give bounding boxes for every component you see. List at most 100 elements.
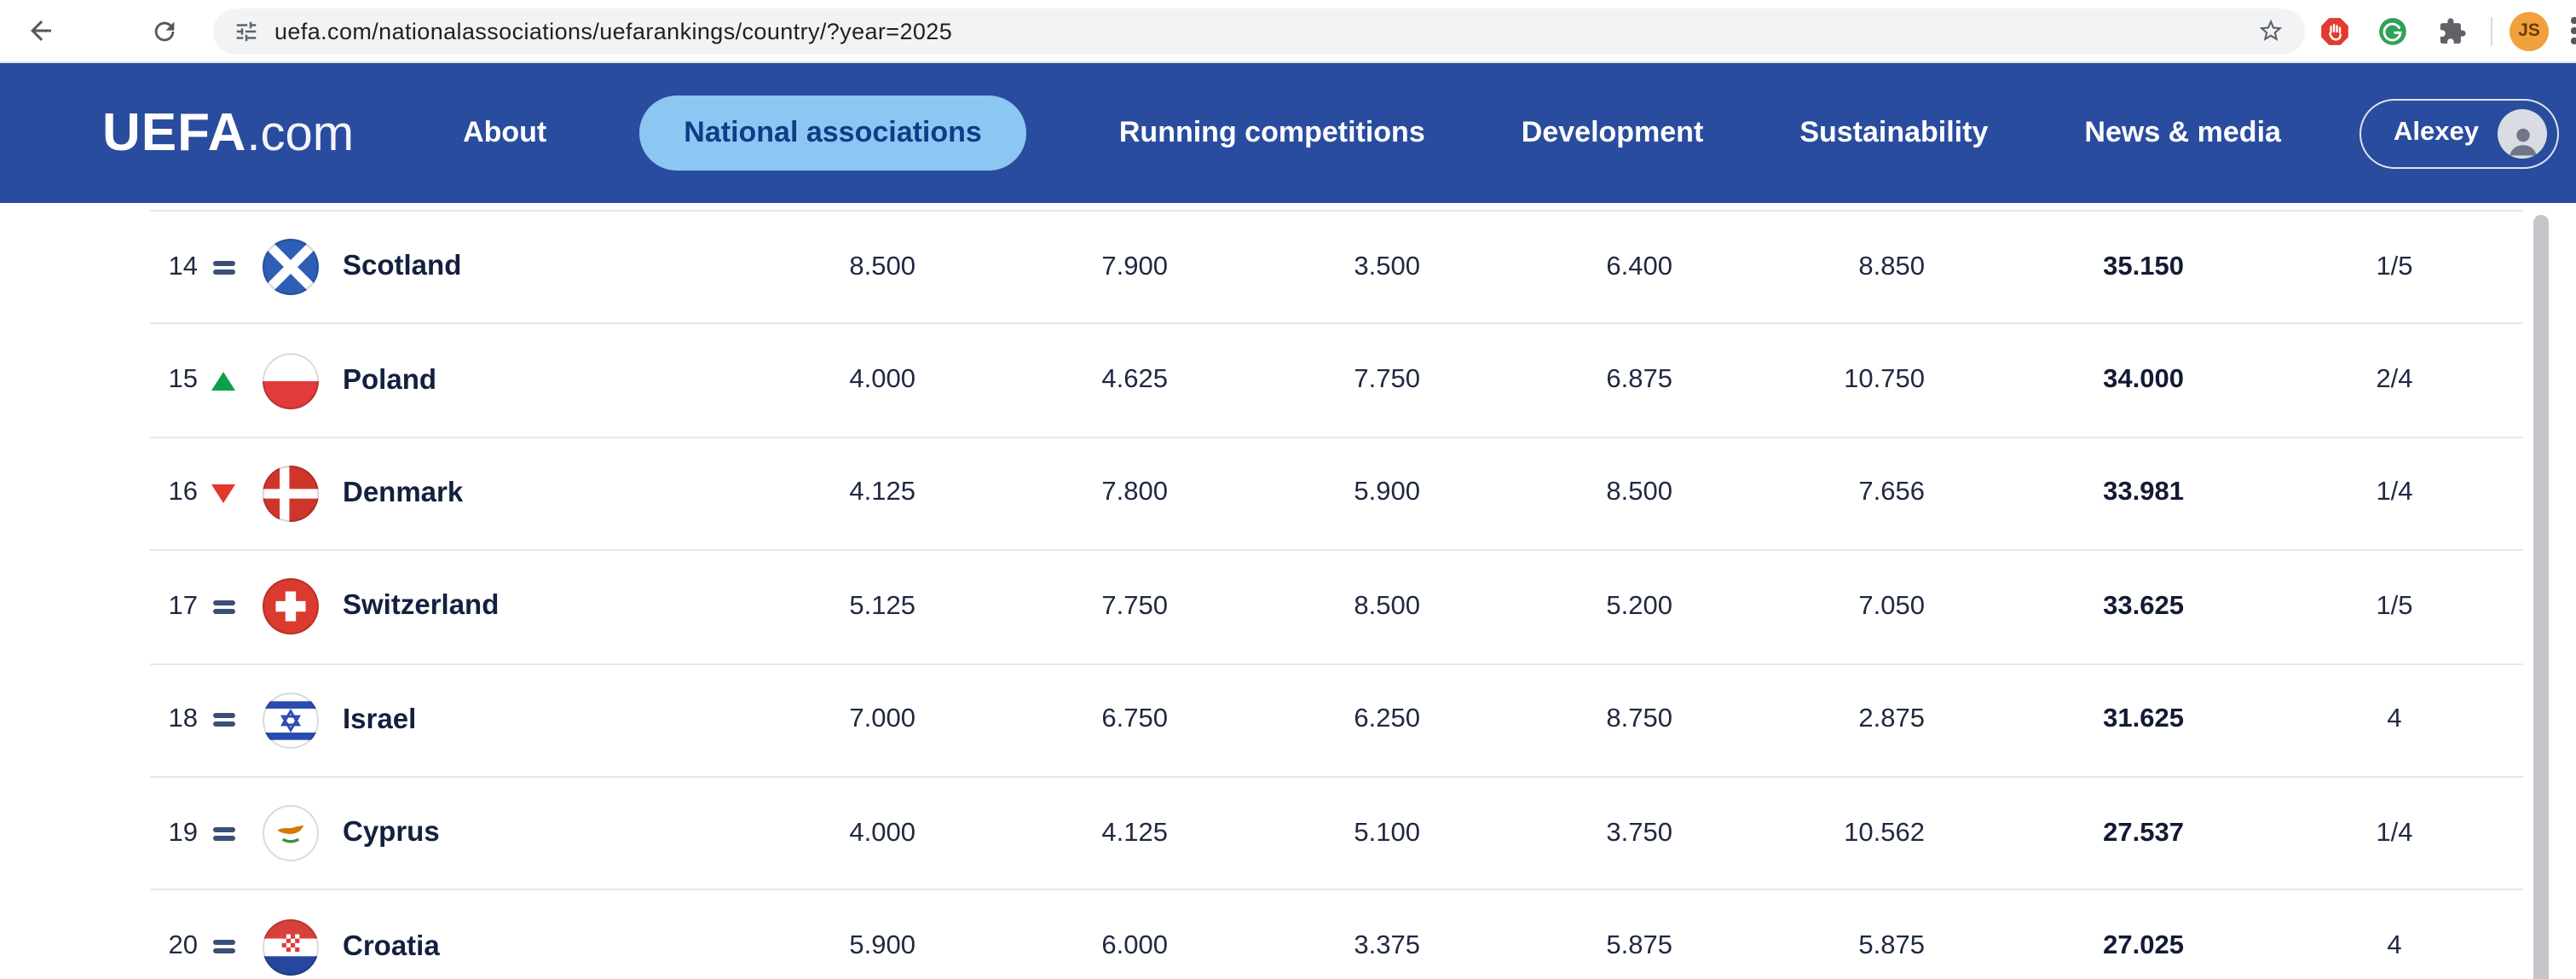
country-name[interactable]: Croatia bbox=[343, 930, 663, 963]
user-menu[interactable]: Alexey bbox=[2359, 98, 2559, 168]
rank-position: 18 bbox=[150, 705, 198, 736]
points-value: 7.656 bbox=[1672, 478, 1925, 509]
refresh-button[interactable] bbox=[140, 7, 188, 55]
toolbar-divider bbox=[2491, 16, 2492, 45]
ranking-row-poland[interactable]: 15Poland4.0004.6257.7506.87510.75034.000… bbox=[150, 325, 2523, 438]
points-value: 5.900 bbox=[663, 931, 915, 962]
rank-position: 19 bbox=[150, 818, 198, 849]
flag-cyprus-icon bbox=[263, 805, 319, 861]
logo-suffix: .com bbox=[246, 107, 354, 164]
profile-avatar[interactable]: JS bbox=[2510, 11, 2549, 50]
scrollbar-thumb[interactable] bbox=[2533, 215, 2549, 979]
movement-cell bbox=[201, 710, 245, 731]
nav-item-development[interactable]: Development bbox=[1518, 96, 1707, 171]
points-value: 8.500 bbox=[1420, 478, 1672, 509]
points-value: 6.400 bbox=[1420, 252, 1672, 282]
country-name[interactable]: Cyprus bbox=[343, 817, 663, 849]
points-value: 5.100 bbox=[1168, 818, 1420, 849]
flag-croatia-icon bbox=[263, 918, 319, 975]
ranking-row-denmark[interactable]: 16Denmark4.1257.8005.9008.5007.65633.981… bbox=[150, 438, 2523, 552]
url-text: uefa.com/nationalassociations/uefarankin… bbox=[274, 18, 952, 43]
points-value: 3.750 bbox=[1420, 818, 1672, 849]
movement-same-icon bbox=[212, 823, 234, 843]
points-value: 2.875 bbox=[1672, 705, 1925, 736]
ranking-row-switzerland[interactable]: 17Switzerland5.1257.7508.5005.2007.05033… bbox=[150, 551, 2523, 664]
uefa-logo[interactable]: UEFA.com bbox=[102, 102, 354, 164]
movement-down-icon bbox=[211, 484, 235, 503]
screen: uefa.com/nationalassociations/uefarankin… bbox=[0, 0, 2576, 979]
points-value: 5.875 bbox=[1672, 931, 1925, 962]
points-value: 4.125 bbox=[663, 478, 915, 509]
browser-window: uefa.com/nationalassociations/uefarankin… bbox=[0, 0, 2576, 979]
points-value: 8.500 bbox=[1168, 592, 1420, 623]
country-name[interactable]: Denmark bbox=[343, 478, 663, 510]
nav-item-running-competitions[interactable]: Running competitions bbox=[1116, 96, 1429, 171]
ranking-row-croatia[interactable]: 20Croatia5.9006.0003.3755.8755.87527.025… bbox=[150, 891, 2523, 979]
extensions-icon[interactable] bbox=[2431, 10, 2472, 51]
points-value: 4.625 bbox=[915, 365, 1168, 396]
rank-position: 14 bbox=[150, 252, 198, 282]
movement-cell bbox=[201, 823, 245, 843]
nav-item-about[interactable]: About bbox=[459, 96, 550, 171]
main-navigation: About National associations Running compet… bbox=[459, 96, 2284, 171]
movement-cell bbox=[201, 371, 245, 390]
movement-cell bbox=[201, 936, 245, 957]
site-settings-icon[interactable] bbox=[234, 18, 259, 43]
flag-scotland-icon bbox=[263, 239, 319, 295]
points-value: 7.900 bbox=[915, 252, 1168, 282]
total-points: 27.025 bbox=[1925, 931, 2184, 962]
adblock-extension-icon[interactable] bbox=[2313, 10, 2354, 51]
total-points: 33.981 bbox=[1925, 478, 2184, 509]
flag-denmark-icon bbox=[263, 466, 319, 522]
points-value: 5.900 bbox=[1168, 478, 1420, 509]
total-points: 34.000 bbox=[1925, 365, 2184, 396]
points-value: 3.375 bbox=[1168, 931, 1420, 962]
bookmark-star-icon[interactable] bbox=[2257, 17, 2284, 44]
total-points: 27.537 bbox=[1925, 818, 2184, 849]
rank-position: 17 bbox=[150, 592, 198, 623]
flag-israel-icon bbox=[263, 692, 319, 749]
clubs-count: 1/5 bbox=[2184, 252, 2523, 282]
movement-same-icon bbox=[212, 257, 234, 277]
points-value: 4.125 bbox=[915, 818, 1168, 849]
movement-cell bbox=[201, 257, 245, 277]
flag-poland-icon bbox=[263, 352, 319, 408]
points-value: 6.875 bbox=[1420, 365, 1672, 396]
clubs-count: 4 bbox=[2184, 931, 2523, 962]
back-button[interactable] bbox=[17, 7, 65, 55]
browser-toolbar: uefa.com/nationalassociations/uefarankin… bbox=[0, 0, 2576, 63]
ranking-row-scotland[interactable]: 14Scotland8.5007.9003.5006.4008.85035.15… bbox=[150, 211, 2523, 325]
rank-position: 15 bbox=[150, 365, 198, 396]
points-value: 8.850 bbox=[1672, 252, 1925, 282]
country-name[interactable]: Poland bbox=[343, 364, 663, 397]
ranking-row-cyprus[interactable]: 19 Cyprus4.0004.1255.1003.75010.56227.537… bbox=[150, 778, 2523, 891]
page-content: 14Scotland8.5007.9003.5006.4008.85035.15… bbox=[0, 210, 2576, 979]
clubs-count: 1/4 bbox=[2184, 818, 2523, 849]
ranking-row-israel[interactable]: 18Israel7.0006.7506.2508.7502.87531.6254 bbox=[150, 664, 2523, 778]
country-name[interactable]: Israel bbox=[343, 704, 663, 737]
nav-item-national-associations[interactable]: National associations bbox=[639, 96, 1026, 171]
logo-main: UEFA bbox=[102, 102, 246, 164]
nav-item-news-media[interactable]: News & media bbox=[2081, 96, 2284, 171]
points-value: 4.000 bbox=[663, 818, 915, 849]
clubs-count: 1/5 bbox=[2184, 592, 2523, 623]
points-value: 10.562 bbox=[1672, 818, 1925, 849]
points-value: 7.750 bbox=[915, 592, 1168, 623]
points-value: 7.800 bbox=[915, 478, 1168, 509]
browser-menu-icon[interactable] bbox=[2561, 14, 2576, 49]
points-value: 8.500 bbox=[663, 252, 915, 282]
points-value: 3.500 bbox=[1168, 252, 1420, 282]
points-value: 6.750 bbox=[915, 705, 1168, 736]
grammarly-extension-icon[interactable] bbox=[2371, 10, 2412, 51]
points-value: 8.750 bbox=[1420, 705, 1672, 736]
country-name[interactable]: Scotland bbox=[343, 251, 663, 283]
points-value: 7.750 bbox=[1168, 365, 1420, 396]
site-header: UEFA.com About National associations Runni… bbox=[0, 63, 2576, 203]
movement-same-icon bbox=[212, 597, 234, 617]
nav-item-sustainability[interactable]: Sustainability bbox=[1796, 96, 1991, 171]
url-bar[interactable]: uefa.com/nationalassociations/uefarankin… bbox=[213, 8, 2305, 54]
total-points: 31.625 bbox=[1925, 705, 2184, 736]
back-arrow-icon bbox=[26, 15, 56, 46]
country-name[interactable]: Switzerland bbox=[343, 591, 663, 623]
points-value: 6.000 bbox=[915, 931, 1168, 962]
